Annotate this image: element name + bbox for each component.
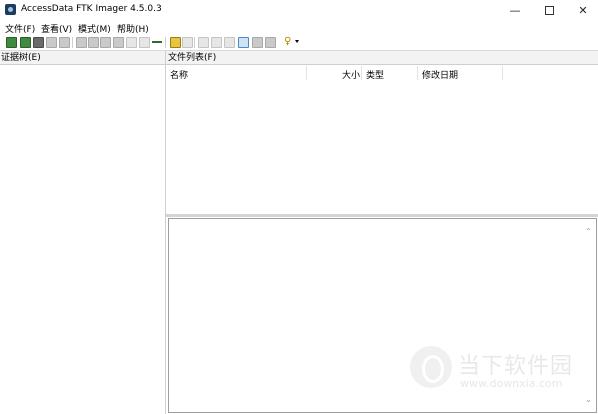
text-view-icon[interactable] xyxy=(252,37,263,48)
watermark-title: 当下软件园 xyxy=(458,354,574,379)
export-logical-image-icon[interactable] xyxy=(100,37,111,48)
watermark-logo-icon xyxy=(410,346,452,388)
column-type[interactable]: 类型 xyxy=(366,68,384,81)
file-list-header: 文件列表(F) xyxy=(166,51,598,65)
obtain-protected-files-icon[interactable] xyxy=(126,37,137,48)
column-name[interactable]: 名称 xyxy=(170,68,188,81)
auto-view-icon[interactable] xyxy=(238,37,249,48)
app-icon xyxy=(5,4,16,15)
watermark-url: www.downxia.com xyxy=(460,377,563,390)
close-button[interactable]: ✕ xyxy=(566,0,598,20)
verify-drive-icon[interactable] xyxy=(182,37,193,48)
view-text-icon[interactable] xyxy=(211,37,222,48)
panel-splitter[interactable] xyxy=(166,214,598,217)
toolbar-separator xyxy=(165,37,166,48)
menu-file[interactable]: 文件(F) xyxy=(5,22,35,35)
scroll-up-icon[interactable]: ⌃ xyxy=(585,227,592,236)
capture-memory-icon[interactable] xyxy=(113,37,124,48)
menu-view[interactable]: 查看(V) xyxy=(41,22,72,35)
remove-evidence-icon[interactable] xyxy=(46,37,57,48)
window-title: AccessData FTK Imager 4.5.0.3 xyxy=(21,4,162,14)
vertical-scrollbar[interactable]: ⌃ ⌄ xyxy=(582,219,596,412)
maximize-icon xyxy=(544,5,554,15)
hex-view-icon[interactable] xyxy=(265,37,276,48)
menu-bar: 文件(F) 查看(V) 模式(M) 帮助(H) xyxy=(0,20,598,35)
create-disk-image-icon[interactable] xyxy=(76,37,87,48)
column-modified-date[interactable]: 修改日期 xyxy=(422,68,458,81)
column-size[interactable]: 大小 xyxy=(342,68,360,81)
view-files-icon[interactable] xyxy=(198,37,209,48)
file-list-column-headers: 名称 大小 类型 修改日期 xyxy=(166,66,598,81)
add-all-evidence-icon[interactable] xyxy=(20,37,31,48)
column-divider[interactable] xyxy=(306,66,307,80)
remove-all-icon[interactable] xyxy=(59,37,70,48)
watermark: 当下软件园 www.downxia.com xyxy=(410,346,577,396)
view-hex-icon[interactable] xyxy=(224,37,235,48)
toolbar-separator xyxy=(194,37,195,48)
evidence-tree-header: 证据树(E) xyxy=(0,51,165,65)
maximize-button[interactable] xyxy=(532,0,566,20)
column-divider[interactable] xyxy=(361,66,362,80)
file-list-panel: 文件列表(F) 名称 大小 类型 修改日期 xyxy=(166,51,598,214)
menu-mode[interactable]: 模式(M) xyxy=(78,22,111,35)
export-hash-list-icon[interactable] xyxy=(170,37,181,48)
add-evidence-icon[interactable] xyxy=(6,37,17,48)
toolbar-separator xyxy=(72,37,73,48)
detect-efs-icon[interactable] xyxy=(139,37,150,48)
help-icon[interactable]: ♀ xyxy=(284,36,291,47)
scroll-down-icon[interactable]: ⌄ xyxy=(585,395,592,404)
column-divider[interactable] xyxy=(417,66,418,80)
toolbar: ♀ xyxy=(0,35,598,51)
column-divider[interactable] xyxy=(502,66,503,80)
evidence-tree-panel: 证据树(E) xyxy=(0,51,166,414)
export-files-icon[interactable] xyxy=(152,41,162,43)
image-mounting-icon[interactable] xyxy=(33,37,44,48)
title-bar: AccessData FTK Imager 4.5.0.3 — ✕ xyxy=(0,0,598,20)
menu-help[interactable]: 帮助(H) xyxy=(117,22,149,35)
minimize-button[interactable]: — xyxy=(498,0,532,20)
export-disk-image-icon[interactable] xyxy=(88,37,99,48)
chevron-down-icon[interactable] xyxy=(295,40,299,43)
